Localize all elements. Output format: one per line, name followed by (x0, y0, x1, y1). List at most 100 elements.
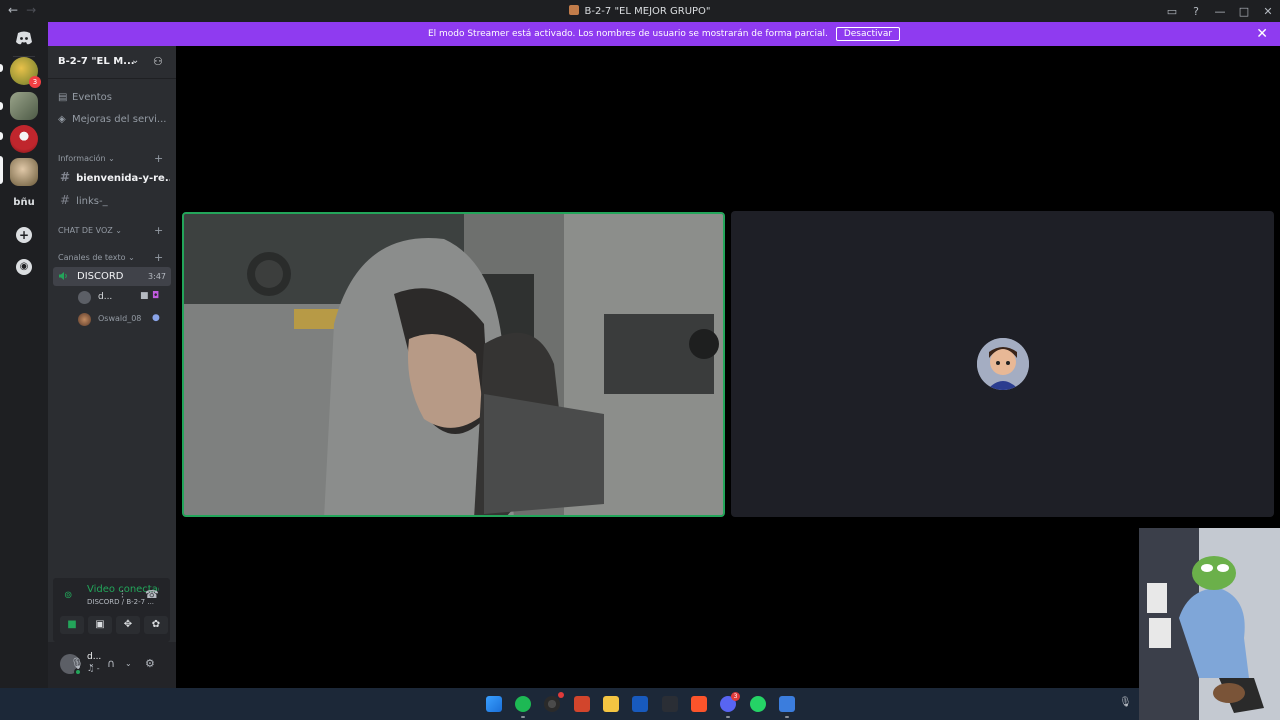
voice-channel-name: DISCORD (77, 271, 124, 282)
events-item[interactable]: ▤ Eventos (58, 92, 112, 103)
help-icon[interactable]: ? (1184, 5, 1208, 18)
mention-badge: 3 (29, 76, 41, 88)
server-text-icon[interactable]: bñu (0, 197, 48, 208)
gear-icon[interactable]: ⚙ (145, 657, 155, 670)
boost-gem-icon: ◈ (58, 114, 66, 125)
voice-connection-panel: ⊚ Video conectado DISCORD / B-2-7 ... ⫶ … (53, 578, 170, 642)
category-canales-de-texto[interactable]: Canales de texto ⌄ (58, 253, 135, 262)
server-title-icon (569, 5, 580, 15)
microphone-tray-icon[interactable]: 🎙 (1119, 697, 1132, 708)
voice-timer: 3:47 (148, 272, 166, 281)
notification-badge: 3 (731, 692, 740, 701)
server-icon-active[interactable] (10, 158, 38, 186)
window-title: B-2-7 "EL MEJOR GRUPO" (0, 5, 1280, 17)
boosts-label: Mejoras del servi... (72, 114, 167, 125)
davinci-resolve-icon[interactable] (662, 696, 678, 712)
server-icon[interactable]: 3 (10, 57, 41, 88)
screen-share-button[interactable]: ▣ (88, 616, 112, 634)
add-server-icon[interactable]: + (16, 227, 32, 243)
video-tile-avatar[interactable] (731, 211, 1274, 517)
member-name: Oswald_08 (98, 314, 142, 323)
calendar-icon: ▤ (58, 92, 68, 103)
signal-icon: ⊚ (64, 590, 73, 601)
headphones-icon[interactable]: ∩ (107, 657, 115, 670)
chevron-down-icon[interactable]: ⌄ (125, 659, 132, 668)
running-indicator (785, 716, 789, 718)
hashtag-icon: # (60, 170, 71, 184)
notification-badge (558, 692, 564, 698)
spotify-icon[interactable] (515, 696, 531, 718)
member-name: d... (98, 292, 113, 302)
boosts-item[interactable]: ◈ Mejoras del servi... (58, 114, 166, 125)
avatar (78, 313, 91, 326)
channel-links[interactable]: # links-_ (56, 191, 170, 209)
server-indicator (0, 64, 3, 72)
user-panel: d... ♫ - 🎙 ⌄ ∩ ⌄ ⚙ (48, 642, 176, 688)
banner-close-icon[interactable]: ✕ (1256, 26, 1268, 42)
app-window-icon[interactable] (779, 696, 795, 718)
webcam-video (184, 214, 723, 515)
add-channel-icon[interactable]: + (154, 251, 163, 264)
window-title-text: B-2-7 "EL MEJOR GRUPO" (584, 6, 711, 17)
invite-people-icon[interactable]: ⚇ (153, 55, 163, 68)
channel-name: links-_ (76, 196, 108, 207)
deactivate-button[interactable]: Desactivar (835, 27, 901, 41)
server-icon[interactable] (10, 125, 38, 153)
video-camera-icon: ■ (140, 291, 149, 301)
events-label: Eventos (72, 92, 112, 103)
discord-home-icon[interactable] (15, 31, 33, 45)
running-indicator (726, 716, 730, 718)
streamer-mode-banner: El modo Streamer está activado. Los nomb… (48, 22, 1280, 46)
voice-channel-discord[interactable]: DISCORD 3:47 (53, 267, 171, 286)
powerpoint-icon[interactable] (574, 696, 590, 712)
window-controls: ▭ ? — □ ✕ (1160, 0, 1280, 22)
app-icon[interactable] (544, 692, 564, 712)
avatar (977, 338, 1029, 390)
channel-bienvenida[interactable]: # bienvenida-y-re... (56, 168, 170, 186)
add-channel-icon[interactable]: + (154, 224, 163, 237)
banner-message: El modo Streamer está activado. Los nomb… (427, 29, 828, 39)
chevron-down-icon[interactable]: ⌄ (131, 55, 139, 66)
explore-compass-icon[interactable]: ◉ (16, 259, 32, 275)
server-icon[interactable] (10, 92, 38, 120)
microphone-icon[interactable]: 🎙 (70, 657, 84, 670)
active-server-indicator (0, 156, 3, 184)
server-indicator (0, 102, 3, 110)
disconnect-icon[interactable]: ☎ (145, 588, 159, 601)
activities-button[interactable]: ✥ (116, 616, 140, 634)
inbox-icon[interactable]: ▭ (1160, 5, 1184, 18)
windows-start-icon[interactable] (486, 696, 502, 712)
server-name[interactable]: B-2-7 "EL M... (58, 56, 135, 67)
chevron-down-icon[interactable]: ⌄ (88, 659, 95, 668)
channel-name: bienvenida-y-re... (76, 173, 170, 184)
minimize-button[interactable]: — (1208, 5, 1232, 18)
video-camera-button[interactable]: ■ (60, 616, 84, 634)
speaker-icon (59, 272, 67, 280)
windows-taskbar: 3 🎙 (0, 688, 1139, 720)
add-channel-icon[interactable]: + (154, 152, 163, 165)
overlay-image (1139, 528, 1280, 720)
header-divider (48, 78, 176, 79)
cartoon-image (1139, 528, 1280, 720)
chat-bubble-icon: ● (152, 313, 160, 323)
server-rail: 3 bñu + ◉ (0, 22, 48, 688)
discord-icon[interactable]: 3 (720, 692, 740, 718)
soundboard-button[interactable]: ✿ (144, 616, 168, 634)
word-icon[interactable] (632, 696, 648, 712)
title-bar: ←→ B-2-7 "EL MEJOR GRUPO" ▭ ? — □ ✕ (0, 0, 1280, 22)
hashtag-icon: # (60, 193, 71, 207)
category-chat-de-voz[interactable]: CHAT DE VOZ ⌄ (58, 226, 122, 235)
noise-suppression-icon[interactable]: ⫶ (121, 588, 124, 602)
activity-game-icon: ◘ (152, 291, 160, 301)
close-window-button[interactable]: ✕ (1256, 5, 1280, 18)
running-indicator (521, 716, 525, 718)
avatar-image (977, 338, 1029, 390)
video-tile-camera[interactable] (182, 212, 725, 517)
category-informacion[interactable]: Información ⌄ (58, 154, 115, 163)
file-explorer-icon[interactable] (603, 696, 619, 712)
server-indicator (0, 132, 3, 140)
avatar (78, 291, 91, 304)
brave-icon[interactable] (691, 696, 707, 712)
maximize-button[interactable]: □ (1232, 5, 1256, 18)
whatsapp-icon[interactable] (750, 696, 766, 712)
